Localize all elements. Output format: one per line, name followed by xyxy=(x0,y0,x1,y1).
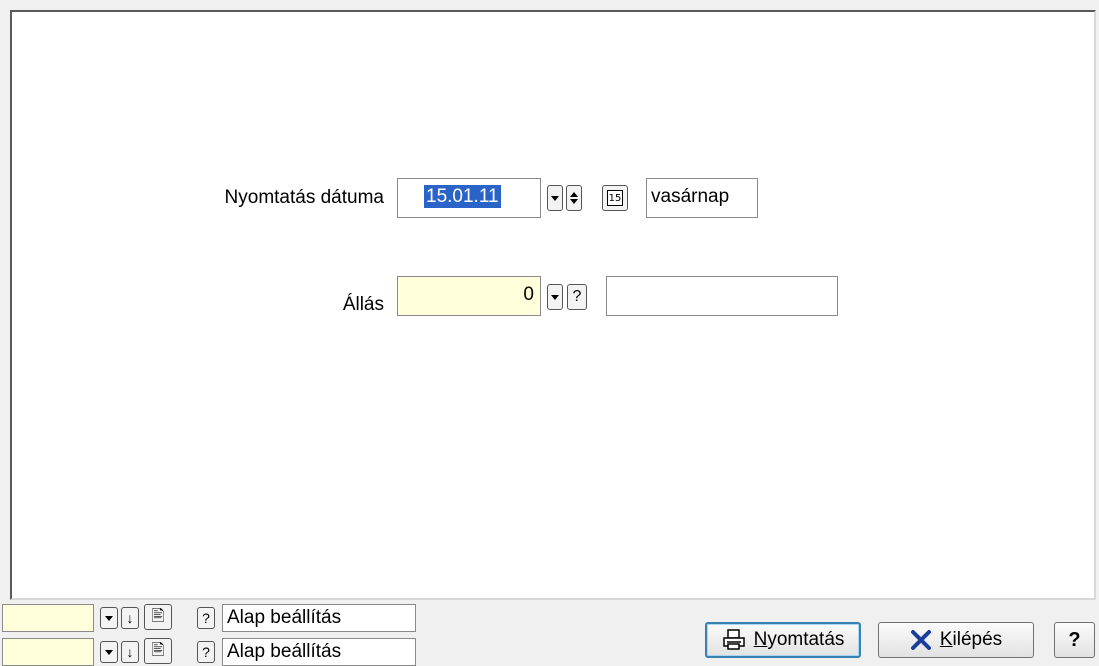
print-button[interactable]: Nyomtatás xyxy=(705,622,861,658)
preset-dropdown-button-2[interactable] xyxy=(100,641,118,663)
preset-dropdown-button-1[interactable] xyxy=(100,607,118,629)
chevron-down-icon xyxy=(105,649,113,655)
arrow-down-icon xyxy=(570,199,578,204)
chevron-down-icon xyxy=(105,615,113,621)
document-icon: 🖹 xyxy=(151,642,165,659)
position-input[interactable]: 0 xyxy=(397,276,541,316)
position-help-button[interactable]: ? xyxy=(567,284,587,310)
arrow-down-icon: ↓ xyxy=(126,610,134,626)
print-date-dropdown-button[interactable] xyxy=(547,185,563,211)
preset-help-button-2[interactable]: ? xyxy=(197,641,215,663)
preset-load-button-2[interactable]: ↓ xyxy=(121,641,139,663)
calendar-button[interactable]: 15 xyxy=(602,185,628,211)
preset-name-1: Alap beállítás xyxy=(222,604,416,632)
weekday-field: vasárnap xyxy=(646,178,758,218)
preset-save-button-1[interactable]: 🖹 xyxy=(144,604,172,630)
preset-input-2[interactable] xyxy=(2,638,94,666)
document-icon: 🖹 xyxy=(151,608,165,625)
position-dropdown-button[interactable] xyxy=(547,284,563,310)
print-button-label: Nyomtatás xyxy=(753,629,845,650)
print-date-value: 15.01.11 xyxy=(424,185,501,208)
help-button[interactable]: ? xyxy=(1054,622,1095,658)
preset-input-1[interactable] xyxy=(2,604,94,632)
exit-button[interactable]: Kilépés xyxy=(878,622,1034,658)
position-description-field xyxy=(606,276,838,316)
close-icon xyxy=(910,630,931,650)
chevron-down-icon xyxy=(551,294,559,300)
position-label: Állás xyxy=(342,294,384,315)
print-date-label: Nyomtatás dátuma xyxy=(224,187,384,208)
arrow-up-icon xyxy=(570,192,578,197)
preset-save-button-2[interactable]: 🖹 xyxy=(144,638,172,664)
chevron-down-icon xyxy=(551,195,559,201)
arrow-down-icon: ↓ xyxy=(126,644,134,660)
printer-icon xyxy=(722,629,745,650)
print-date-input[interactable]: 15.01.11 xyxy=(397,178,541,218)
print-date-spinner[interactable] xyxy=(566,185,582,211)
preset-name-2: Alap beállítás xyxy=(222,638,416,666)
calendar-icon: 15 xyxy=(607,190,623,206)
preset-load-button-1[interactable]: ↓ xyxy=(121,607,139,629)
preset-help-button-1[interactable]: ? xyxy=(197,607,215,629)
exit-button-label: Kilépés xyxy=(939,629,1003,650)
